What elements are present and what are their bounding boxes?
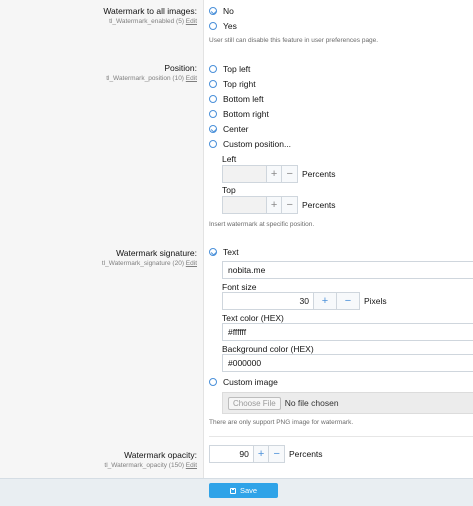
watermark-all-hint: tl_Watermark_enabled (5) Edit [109, 18, 197, 25]
opacity-label-block: Watermark opacity: tl_Watermark_opacity … [104, 450, 197, 470]
opacity-minus-button[interactable]: − [268, 446, 285, 462]
opacity-unit: Percents [289, 449, 323, 459]
radio-icon[interactable] [209, 378, 217, 386]
radio-icon[interactable] [209, 22, 217, 30]
radio-icon[interactable] [209, 95, 217, 103]
signature-label-block: Watermark signature: tl_Watermark_signat… [102, 248, 197, 268]
radio-checked-icon[interactable] [209, 125, 217, 133]
option-bottom-left[interactable]: Bottom left [209, 92, 264, 106]
option-custom-position-label: Custom position... [223, 139, 292, 149]
left-input[interactable] [223, 166, 266, 182]
signature-note: There are only support PNG image for wat… [209, 419, 354, 426]
font-size-input[interactable]: 30 [223, 293, 313, 309]
bg-color-input[interactable]: #000000 [222, 354, 473, 372]
signature-label: Watermark signature: [116, 248, 197, 258]
font-size-plus-button[interactable]: + [313, 293, 336, 309]
option-custom-position[interactable]: Custom position... [209, 137, 291, 151]
file-status: No file chosen [284, 398, 339, 408]
option-no[interactable]: No [209, 4, 234, 18]
option-text-label: Text [223, 247, 239, 257]
opacity-input[interactable]: 90 [210, 446, 253, 462]
option-top-left-label: Top left [223, 64, 251, 74]
left-label: Left [222, 154, 237, 164]
option-text[interactable]: Text [209, 245, 239, 259]
left-unit: Percents [302, 169, 336, 179]
opacity-label: Watermark opacity: [124, 450, 197, 460]
position-edit-link[interactable]: Edit [186, 75, 197, 82]
option-bottom-right[interactable]: Bottom right [209, 107, 269, 121]
position-label: Position: [164, 63, 197, 73]
signature-text-input[interactable]: nobita.me [222, 261, 473, 279]
watermark-all-edit-link[interactable]: Edit [186, 18, 197, 25]
signature-edit-link[interactable]: Edit [186, 260, 197, 267]
signature-hint: tl_Watermark_signature (20) Edit [101, 260, 197, 267]
radio-checked-icon[interactable] [209, 248, 217, 256]
text-color-label: Text color (HEX) [222, 313, 284, 323]
font-size-unit: Pixels [364, 296, 387, 306]
radio-icon[interactable] [209, 110, 217, 118]
top-label: Top [222, 185, 236, 195]
option-custom-image[interactable]: Custom image [209, 375, 278, 389]
option-top-right-label: Top right [223, 79, 256, 89]
option-top-right[interactable]: Top right [209, 77, 256, 91]
opacity-hint: tl_Watermark_opacity (150) Edit [104, 462, 197, 469]
watermark-all-label-block: Watermark to all images: tl_Watermark_en… [103, 6, 197, 26]
top-minus-button[interactable]: − [281, 197, 298, 213]
option-no-label: No [223, 6, 234, 16]
option-yes-label: Yes [223, 21, 237, 31]
save-button[interactable]: Save [209, 483, 278, 498]
left-minus-button[interactable]: − [281, 166, 298, 182]
radio-icon[interactable] [209, 65, 217, 73]
left-plus-button[interactable]: + [265, 166, 282, 182]
opacity-edit-link[interactable]: Edit [186, 462, 197, 469]
file-upload: Choose File No file chosen [222, 392, 473, 414]
text-color-input[interactable]: #ffffff [222, 323, 473, 341]
radio-icon[interactable] [209, 80, 217, 88]
top-input[interactable] [223, 197, 266, 213]
top-stepper[interactable]: + − [222, 196, 298, 214]
font-size-minus-button[interactable]: − [336, 293, 359, 309]
position-note: Insert watermark at specific position. [209, 221, 315, 228]
save-label: Save [239, 486, 258, 495]
option-center[interactable]: Center [209, 122, 249, 136]
option-yes[interactable]: Yes [209, 19, 237, 33]
radio-icon[interactable] [209, 140, 217, 148]
divider [209, 436, 473, 437]
font-size-stepper[interactable]: 30 + − [222, 292, 360, 310]
option-center-label: Center [223, 124, 249, 134]
watermark-all-label: Watermark to all images: [103, 6, 197, 16]
radio-checked-icon[interactable] [209, 7, 217, 15]
bg-color-label: Background color (HEX) [222, 344, 314, 354]
opacity-plus-button[interactable]: + [252, 446, 269, 462]
option-custom-image-label: Custom image [223, 377, 278, 387]
font-size-label: Font size [222, 282, 257, 292]
top-plus-button[interactable]: + [265, 197, 282, 213]
option-bottom-left-label: Bottom left [223, 94, 264, 104]
position-label-block: Position: tl_Watermark_position (10) Edi… [106, 63, 197, 83]
watermark-all-note: User still can disable this feature in u… [209, 37, 379, 44]
opacity-stepper[interactable]: 90 + − [209, 445, 285, 463]
save-icon [229, 487, 236, 494]
option-top-left[interactable]: Top left [209, 62, 250, 76]
left-stepper[interactable]: + − [222, 165, 298, 183]
position-hint: tl_Watermark_position (10) Edit [106, 75, 197, 82]
top-unit: Percents [302, 200, 336, 210]
choose-file-button[interactable]: Choose File [228, 396, 281, 410]
option-bottom-right-label: Bottom right [223, 109, 269, 119]
